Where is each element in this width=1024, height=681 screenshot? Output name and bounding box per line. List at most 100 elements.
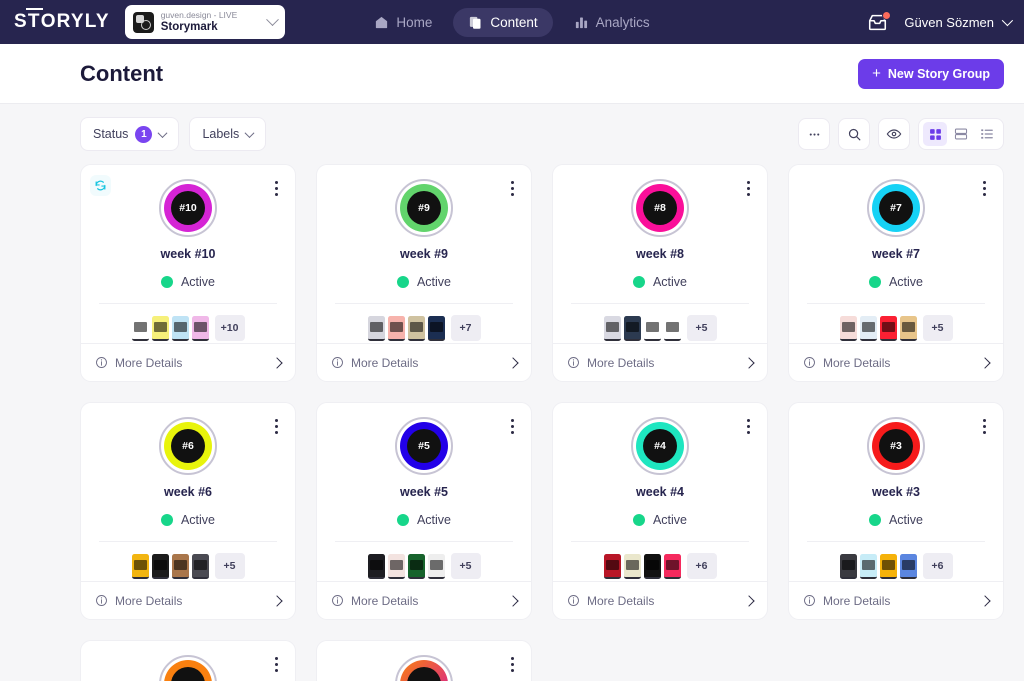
story-group-card[interactable]: #8 week #8 Active +5 More Details [552, 164, 768, 382]
story-thumbnail[interactable] [603, 315, 621, 341]
story-group-avatar[interactable] [159, 655, 217, 681]
nav-item-analytics[interactable]: Analytics [559, 8, 665, 37]
new-story-group-button[interactable]: + New Story Group [858, 58, 1004, 89]
status-filter-label: Status [93, 127, 129, 141]
story-group-card[interactable] [316, 640, 532, 681]
story-thumbnail[interactable] [387, 553, 405, 579]
story-thumbnail[interactable] [407, 315, 425, 341]
chevron-right-icon [507, 594, 519, 607]
story-thumbnail[interactable] [191, 553, 209, 579]
more-details-button[interactable]: More Details [81, 343, 295, 381]
story-group-card[interactable]: #10 week #10 Active +10 More Details [80, 164, 296, 382]
story-group-card[interactable]: #3 week #3 Active +6 More Details [788, 402, 1004, 620]
story-thumbnail[interactable] [623, 553, 641, 579]
story-more-count[interactable]: +5 [214, 553, 245, 579]
story-thumbnail[interactable] [387, 315, 405, 341]
story-group-card[interactable]: #5 week #5 Active +5 More Details [316, 402, 532, 620]
story-thumbnail[interactable] [151, 553, 169, 579]
story-group-avatar[interactable]: #10 [159, 179, 217, 237]
story-group-avatar[interactable]: #6 [159, 417, 217, 475]
search-button[interactable] [838, 118, 870, 150]
story-group-avatar[interactable]: #3 [867, 417, 925, 475]
story-group-card[interactable]: #7 week #7 Active +5 More Details [788, 164, 1004, 382]
story-thumbnail[interactable] [131, 553, 149, 579]
story-thumbnail[interactable] [859, 315, 877, 341]
story-group-card[interactable]: #6 week #6 Active +5 More Details [80, 402, 296, 620]
ellipsis-icon [809, 132, 819, 136]
user-menu[interactable]: Güven Sözmen [904, 15, 1014, 30]
more-details-button[interactable]: More Details [553, 343, 767, 381]
more-details-button[interactable]: More Details [317, 581, 531, 619]
story-thumbnail[interactable] [427, 315, 445, 341]
logo-text-pre: S [14, 11, 28, 32]
sync-icon[interactable] [90, 175, 111, 196]
story-group-card[interactable] [80, 640, 296, 681]
card-menu-button[interactable] [977, 179, 991, 197]
story-group-card[interactable]: #9 week #9 Active +7 More Details [316, 164, 532, 382]
story-group-avatar[interactable]: #4 [631, 417, 689, 475]
story-group-avatar[interactable]: #7 [867, 179, 925, 237]
grid-view-button[interactable] [923, 122, 947, 146]
story-thumbnail[interactable] [839, 553, 857, 579]
card-menu-button[interactable] [977, 417, 991, 435]
story-thumbnail[interactable] [603, 553, 621, 579]
more-details-button[interactable]: More Details [789, 581, 1003, 619]
storyly-logo[interactable]: S T ORYLY [14, 8, 110, 33]
card-menu-button[interactable] [269, 417, 283, 435]
story-thumbnail[interactable] [131, 315, 149, 341]
story-thumbnail[interactable] [643, 553, 661, 579]
story-thumbnail[interactable] [427, 553, 445, 579]
account-selector[interactable]: guven.design - LIVE Storymark [124, 5, 285, 39]
story-thumbnail[interactable] [663, 315, 681, 341]
story-group-card[interactable]: #4 week #4 Active +6 More Details [552, 402, 768, 620]
story-thumbnail[interactable] [879, 553, 897, 579]
inbox-button[interactable] [867, 10, 892, 32]
story-more-count[interactable]: +5 [922, 315, 953, 341]
story-thumbnail[interactable] [407, 553, 425, 579]
story-thumbnail[interactable] [151, 315, 169, 341]
story-thumbnail[interactable] [171, 553, 189, 579]
story-more-count[interactable]: +10 [214, 315, 245, 341]
story-group-avatar[interactable] [395, 655, 453, 681]
card-menu-button[interactable] [505, 179, 519, 197]
more-details-button[interactable]: More Details [81, 581, 295, 619]
story-more-count[interactable]: +6 [686, 553, 717, 579]
story-thumbnail[interactable] [367, 315, 385, 341]
story-thumbnail[interactable] [899, 315, 917, 341]
labels-filter[interactable]: Labels [189, 117, 267, 151]
story-thumbnail[interactable] [623, 315, 641, 341]
story-more-count[interactable]: +6 [922, 553, 953, 579]
card-menu-button[interactable] [741, 417, 755, 435]
story-more-count[interactable]: +5 [450, 553, 481, 579]
story-thumbnail[interactable] [191, 315, 209, 341]
card-menu-button[interactable] [269, 179, 283, 197]
nav-item-home[interactable]: Home [359, 8, 447, 37]
story-group-avatar[interactable]: #9 [395, 179, 453, 237]
status-filter[interactable]: Status 1 [80, 117, 180, 151]
story-more-count[interactable]: +7 [450, 315, 481, 341]
story-thumbnail[interactable] [663, 553, 681, 579]
story-thumbnail[interactable] [839, 315, 857, 341]
list-view-button[interactable] [975, 122, 999, 146]
rows-view-button[interactable] [949, 122, 973, 146]
more-details-button[interactable]: More Details [553, 581, 767, 619]
story-thumbnail[interactable] [367, 553, 385, 579]
story-group-badge [171, 667, 205, 681]
story-thumbnail[interactable] [899, 553, 917, 579]
story-more-count[interactable]: +5 [686, 315, 717, 341]
nav-item-content[interactable]: Content [453, 7, 553, 37]
story-thumbnail[interactable] [643, 315, 661, 341]
story-thumbnail[interactable] [859, 553, 877, 579]
story-thumbnail[interactable] [171, 315, 189, 341]
more-details-button[interactable]: More Details [789, 343, 1003, 381]
more-options-button[interactable] [798, 118, 830, 150]
story-thumbnail[interactable] [879, 315, 897, 341]
more-details-button[interactable]: More Details [317, 343, 531, 381]
card-menu-button[interactable] [505, 417, 519, 435]
story-group-avatar[interactable]: #5 [395, 417, 453, 475]
card-menu-button[interactable] [269, 655, 283, 673]
preview-button[interactable] [878, 118, 910, 150]
card-menu-button[interactable] [505, 655, 519, 673]
story-group-avatar[interactable]: #8 [631, 179, 689, 237]
card-menu-button[interactable] [741, 179, 755, 197]
